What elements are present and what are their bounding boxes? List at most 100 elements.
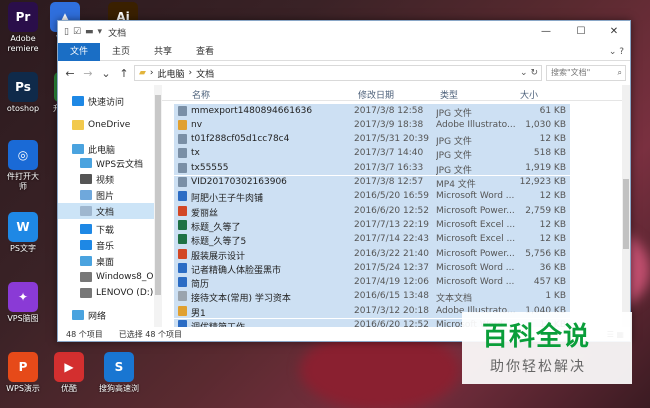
desktop-icon[interactable]: Pr Adobe remiere bbox=[0, 2, 46, 54]
help-icon[interactable]: ? bbox=[619, 47, 624, 57]
file-name: 爱丽丝 bbox=[191, 208, 219, 219]
column-header-date[interactable]: 修改日期 bbox=[358, 88, 394, 101]
column-header-type[interactable]: 类型 bbox=[440, 88, 458, 101]
nav-item[interactable]: Windows8_OS bbox=[58, 269, 154, 285]
nav-pane-scrollbar[interactable] bbox=[154, 85, 162, 327]
nav-item[interactable]: 桌面 bbox=[58, 253, 154, 269]
desktop-icon[interactable]: Ps otoshop bbox=[0, 72, 46, 114]
close-button[interactable]: ✕ bbox=[600, 21, 628, 43]
desktop-icon-label: Adobe remiere bbox=[7, 34, 39, 53]
desktop-icon[interactable]: ◎ 件打开大 师 bbox=[0, 140, 46, 192]
ribbon-expand-icon[interactable]: ⌄ ? bbox=[609, 43, 624, 61]
tab-view[interactable]: 查看 bbox=[184, 43, 226, 61]
desktop-icon[interactable]: ✦ VPS脑图 bbox=[0, 282, 46, 324]
nav-item[interactable]: 图片 bbox=[58, 187, 154, 203]
dropdown-icon[interactable]: ▾ bbox=[98, 27, 103, 37]
nav-item[interactable]: 文档 bbox=[58, 203, 154, 219]
new-folder-icon[interactable]: ▬ bbox=[85, 27, 94, 37]
tab-share[interactable]: 共享 bbox=[142, 43, 184, 61]
nav-item[interactable]: 网络 bbox=[58, 307, 154, 323]
table-row[interactable]: nv 2017/3/9 18:38 Adobe Illustrato... 1,030… bbox=[174, 118, 570, 133]
tab-file[interactable]: 文件 bbox=[58, 42, 101, 61]
file-date: 2017/3/8 12:58 bbox=[354, 105, 424, 116]
navigation-pane: 快速访问 OneDrive 此电脑 WPS云文档 视频 图片 文档 下载 音乐 桌面 Windows… bbox=[58, 85, 154, 327]
nav-item[interactable]: 下载 bbox=[58, 221, 154, 237]
breadcrumb-separator-icon: › bbox=[188, 68, 193, 78]
file-date: 2017/7/14 22:43 bbox=[354, 234, 429, 245]
desktop-icon[interactable]: ▶ 优酷 bbox=[46, 352, 92, 394]
file-type: Microsoft Excel ... bbox=[436, 234, 516, 245]
file-size: 2,759 KB bbox=[525, 205, 566, 216]
column-header-size[interactable]: 大小 bbox=[520, 88, 538, 101]
nav-item[interactable]: LENOVO (D:) bbox=[58, 285, 154, 301]
table-row[interactable]: 接待文本(常用) 学习资本 2016/6/15 13:48 文本文档 1 KB bbox=[174, 289, 570, 305]
app-icon: ▶ bbox=[54, 352, 84, 382]
file-size: 1 KB bbox=[545, 291, 566, 302]
minimize-button[interactable]: — bbox=[532, 21, 560, 43]
table-row[interactable]: 标题_久等了 2017/7/13 22:19 Microsoft Excel ...… bbox=[174, 218, 570, 233]
file-type: Microsoft Word ... bbox=[436, 262, 515, 273]
table-row[interactable]: mmexport1480894661636 2017/3/8 12:58 JPG 文… bbox=[174, 104, 570, 119]
file-type-icon bbox=[178, 248, 187, 259]
table-row[interactable]: VID20170302163906 2017/3/8 12:57 MP4 文件 12,… bbox=[174, 175, 570, 190]
table-row[interactable]: tx 2017/3/7 14:40 JPG 文件 518 KB bbox=[174, 146, 570, 161]
desktop-icon-label: 件打开大 师 bbox=[7, 172, 39, 191]
file-date: 2017/3/9 18:38 bbox=[354, 119, 424, 130]
file-name: 简历 bbox=[191, 280, 210, 291]
forward-arrow-icon[interactable]: → bbox=[82, 67, 94, 80]
table-row[interactable]: tx55555 2017/3/7 16:33 JPG 文件 1,919 KB bbox=[174, 161, 570, 176]
file-size: 12 KB bbox=[539, 191, 566, 202]
file-list-scrollbar[interactable] bbox=[622, 85, 630, 327]
scrollbar-thumb[interactable] bbox=[155, 95, 161, 295]
nav-item[interactable]: WPS云文档 bbox=[58, 155, 154, 171]
table-row[interactable]: 标题_久等了5 2017/7/14 22:43 Microsoft Excel ..… bbox=[174, 232, 570, 247]
table-row[interactable]: t01f288cf05d1cc78c4 2017/5/31 20:39 JPG 文件… bbox=[174, 132, 570, 147]
breadcrumb-this-pc[interactable]: 此电脑 bbox=[158, 67, 185, 80]
nav-item[interactable]: 视频 bbox=[58, 171, 154, 187]
table-row[interactable]: 爱丽丝 2016/6/20 12:52 Microsoft Power... 2,75… bbox=[174, 204, 570, 219]
selected-count: 已选择 48 个项目 bbox=[118, 330, 182, 339]
table-row[interactable]: 阿肥小王子牛肉铺 2016/5/20 16:59 Microsoft Word ..… bbox=[174, 189, 570, 204]
table-row[interactable]: 记者精确人体脸蛋黑市 2017/5/24 12:37 Microsoft Word … bbox=[174, 261, 570, 276]
properties-icon[interactable]: ☑ bbox=[73, 27, 81, 37]
nav-item-label: 下载 bbox=[96, 225, 115, 236]
search-icon[interactable]: ⌕ bbox=[618, 66, 622, 80]
search-placeholder: 搜索"文档" bbox=[551, 68, 591, 77]
desktop-icon[interactable]: P WPS演示 bbox=[0, 352, 46, 394]
nav-item[interactable]: OneDrive bbox=[58, 117, 154, 133]
file-date: 2017/4/19 12:06 bbox=[354, 277, 429, 288]
file-date: 2016/6/15 13:48 bbox=[354, 291, 429, 302]
file-type-icon bbox=[178, 162, 187, 173]
table-row[interactable]: 简历 2017/4/19 12:06 Microsoft Word ... 457 K… bbox=[174, 275, 570, 291]
nav-item[interactable]: 快速访问 bbox=[58, 93, 154, 109]
refresh-icon[interactable]: ⌄ ↻ bbox=[520, 68, 538, 78]
file-type: Microsoft Word ... bbox=[436, 277, 515, 288]
back-arrow-icon[interactable]: ← bbox=[64, 67, 76, 80]
window-icon: ▯ bbox=[64, 27, 69, 37]
desktop-icon[interactable]: S 搜狗高速浏 bbox=[96, 352, 142, 394]
maximize-button[interactable]: ☐ bbox=[567, 21, 595, 43]
search-input[interactable]: 搜索"文档" ⌕ bbox=[546, 65, 626, 81]
up-arrow-icon[interactable]: ↑ bbox=[118, 67, 130, 80]
table-row[interactable]: 服装展示设计 2016/3/22 21:40 Microsoft Power... 5… bbox=[174, 247, 570, 262]
file-name: tx bbox=[191, 148, 200, 159]
file-name: VID20170302163906 bbox=[191, 177, 287, 187]
file-type: JPG 文件 bbox=[436, 108, 472, 119]
nav-item[interactable]: 音乐 bbox=[58, 237, 154, 253]
scrollbar-thumb[interactable] bbox=[623, 179, 629, 249]
desktop-icon[interactable]: W PS文字 bbox=[0, 212, 46, 254]
breadcrumb-documents[interactable]: 文档 bbox=[196, 67, 214, 80]
sort-arrow-icon: ^ bbox=[322, 85, 330, 92]
recent-dropdown-icon[interactable]: ⌄ bbox=[100, 67, 112, 80]
app-icon: Pr bbox=[8, 2, 38, 32]
file-date: 2017/3/12 20:18 bbox=[354, 305, 429, 316]
file-date: 2017/3/8 12:57 bbox=[354, 177, 424, 187]
address-bar[interactable]: ▰ › 此电脑 › 文档 ⌄ ↻ bbox=[134, 65, 542, 81]
tab-home[interactable]: 主页 bbox=[100, 43, 142, 61]
file-date: 2017/7/13 22:19 bbox=[354, 219, 429, 230]
file-name: 接待文本(常用) 学习资本 bbox=[191, 294, 291, 305]
column-header-name[interactable]: 名称 bbox=[192, 88, 210, 101]
file-type: MP4 文件 bbox=[436, 180, 476, 190]
desktop-icon-label: PS文字 bbox=[10, 244, 36, 253]
breadcrumb-separator-icon: › bbox=[149, 68, 154, 78]
